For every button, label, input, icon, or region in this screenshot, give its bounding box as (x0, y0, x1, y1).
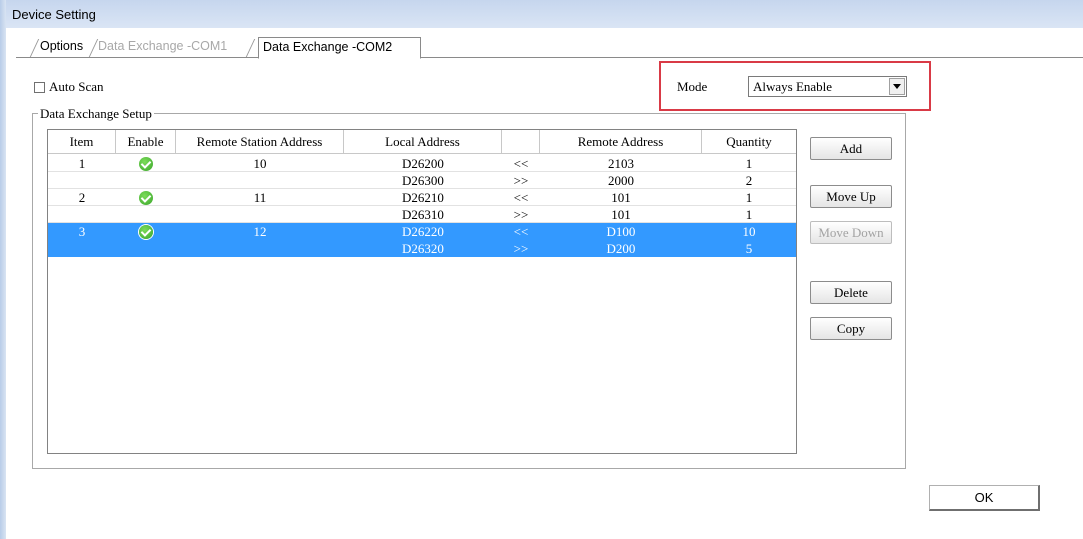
cell-local-address: D26300 (402, 173, 444, 188)
cell-direction: >> (513, 241, 529, 256)
device-setting-window: Device Setting Options Data Exchange -CO… (0, 0, 1083, 539)
cell-local-address: D26200 (402, 156, 444, 171)
cell-enable (116, 172, 176, 189)
cell-quantity: 1 (745, 190, 753, 205)
move-up-button[interactable]: Move Up (810, 185, 892, 208)
cell-item: 3 (78, 224, 86, 239)
tab-data-exchange-com1[interactable]: Data Exchange -COM1 (94, 37, 246, 58)
column-header-enable[interactable]: Enable (116, 130, 176, 154)
cell-item: 1 (78, 156, 86, 171)
column-header-local-address[interactable]: Local Address (344, 130, 502, 154)
cell-local-address: D26210 (402, 190, 444, 205)
table-row[interactable]: D26320 >> D200 5 (48, 240, 796, 257)
tab-data-exchange-com2[interactable]: Data Exchange -COM2 (258, 37, 421, 59)
mode-select-value: Always Enable (753, 79, 833, 94)
cell-remote-address: 2103 (608, 156, 634, 171)
column-header-remote-address[interactable]: Remote Address (540, 130, 702, 154)
cell-local-address: D26320 (402, 241, 444, 256)
window-left-edge (0, 0, 6, 539)
check-circle-icon[interactable] (139, 225, 153, 240)
column-header-remote-station[interactable]: Remote Station Address (176, 130, 344, 154)
table-header: Item Enable Remote Station Address Local… (48, 130, 796, 154)
ok-button[interactable]: OK (929, 485, 1040, 511)
cell-enable (116, 223, 176, 240)
column-header-item[interactable]: Item (48, 130, 116, 154)
cell-remote-station (176, 172, 344, 189)
mode-select[interactable]: Always Enable (748, 76, 907, 97)
cell-quantity: 5 (745, 241, 753, 256)
cell-remote-address: D200 (606, 241, 636, 256)
auto-scan-checkbox[interactable] (34, 81, 45, 93)
auto-scan-option[interactable]: Auto Scan (34, 79, 104, 95)
cell-remote-station (176, 206, 344, 223)
cell-remote-station: 12 (253, 224, 267, 239)
table-row[interactable]: 2 11 D26210 << 101 1 (48, 189, 796, 206)
table-row[interactable]: 3 12 D26220 << D100 10 (48, 223, 796, 240)
cell-enable (116, 155, 176, 172)
cell-quantity: 2 (745, 173, 753, 188)
cell-local-address: D26310 (402, 207, 444, 222)
cell-local-address: D26220 (402, 224, 444, 239)
chevron-down-icon[interactable] (889, 78, 905, 95)
column-header-quantity[interactable]: Quantity (702, 130, 796, 154)
cell-item: 2 (78, 190, 86, 205)
auto-scan-label: Auto Scan (49, 79, 104, 94)
cell-remote-station: 11 (253, 190, 267, 205)
cell-remote-station: 10 (253, 156, 267, 171)
data-exchange-table[interactable]: Item Enable Remote Station Address Local… (47, 129, 797, 454)
cell-direction: << (513, 156, 529, 171)
copy-button[interactable]: Copy (810, 317, 892, 340)
cell-direction: >> (513, 173, 529, 188)
cell-remote-address: 101 (611, 190, 631, 205)
cell-quantity: 10 (742, 224, 756, 239)
window-title: Device Setting (12, 7, 96, 22)
table-row[interactable]: D26310 >> 101 1 (48, 206, 796, 223)
group-legend: Data Exchange Setup (38, 106, 154, 122)
check-circle-icon[interactable] (139, 157, 153, 172)
cell-item (48, 172, 116, 189)
table-row[interactable]: 1 10 D26200 << 2103 1 (48, 155, 796, 172)
cell-enable (116, 206, 176, 223)
cell-direction: << (513, 190, 529, 205)
mode-label: Mode (677, 79, 708, 94)
cell-direction: << (513, 224, 529, 239)
cell-item (48, 240, 116, 257)
check-circle-icon[interactable] (139, 191, 153, 206)
add-button[interactable]: Add (810, 137, 892, 160)
cell-direction: >> (513, 207, 529, 222)
cell-enable (116, 240, 176, 257)
delete-button[interactable]: Delete (810, 281, 892, 304)
cell-quantity: 1 (745, 207, 753, 222)
cell-item (48, 206, 116, 223)
title-bar: Device Setting (6, 0, 1083, 28)
column-header-direction[interactable] (502, 130, 540, 154)
tab-options[interactable]: Options (36, 37, 87, 58)
table-row[interactable]: D26300 >> 2000 2 (48, 172, 796, 189)
cell-remote-station (176, 240, 344, 257)
cell-remote-address: D100 (606, 224, 636, 239)
move-down-button[interactable]: Move Down (810, 221, 892, 244)
cell-quantity: 1 (745, 156, 753, 171)
cell-remote-address: 2000 (608, 173, 634, 188)
cell-remote-address: 101 (611, 207, 631, 222)
cell-enable (116, 189, 176, 206)
